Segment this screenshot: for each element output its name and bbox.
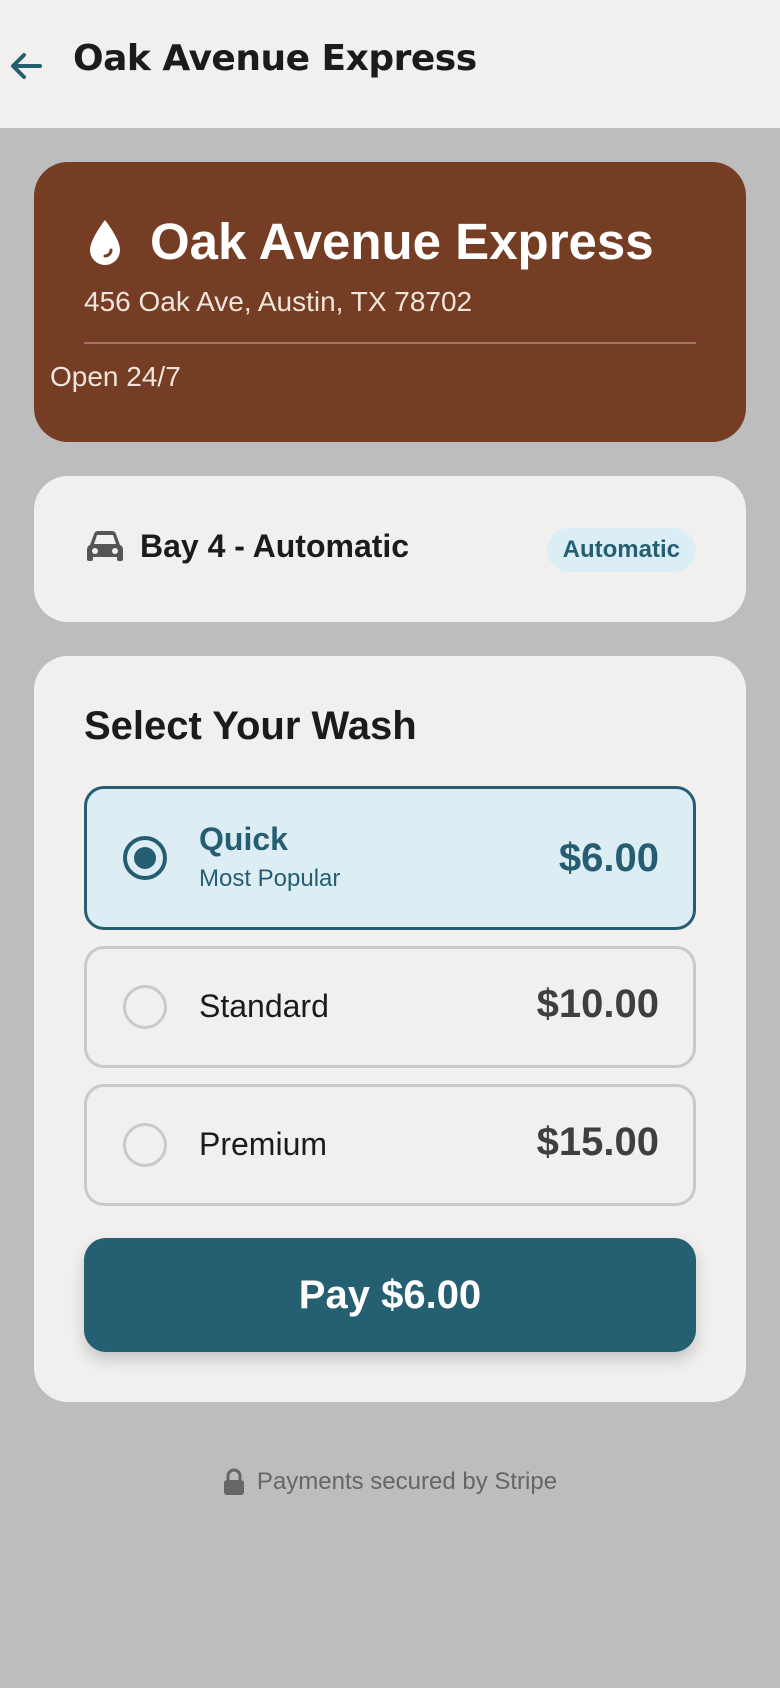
water-drop-icon <box>90 219 120 265</box>
wash-option-standard[interactable]: Standard $10.00 <box>84 946 696 1068</box>
location-divider <box>84 342 696 344</box>
car-icon <box>87 531 123 561</box>
wash-selection-card: Select Your Wash Quick Most Popular $6.0… <box>34 656 746 1402</box>
location-name: Oak Avenue Express <box>150 213 654 270</box>
location-address: 456 Oak Ave, Austin, TX 78702 <box>84 286 473 317</box>
radio-button[interactable] <box>123 1123 167 1167</box>
top-app-bar: Oak Avenue Express <box>0 0 780 128</box>
back-button[interactable] <box>2 42 50 90</box>
wash-option-label: Standard <box>199 988 329 1024</box>
location-hours: Open 24/7 <box>50 361 181 392</box>
wash-option-label: Premium <box>199 1126 328 1162</box>
wash-option-premium[interactable]: Premium $15.00 <box>84 1084 696 1206</box>
arrow-left-icon <box>11 53 42 79</box>
page-title: Oak Avenue Express <box>73 38 477 79</box>
radio-dot <box>134 847 156 869</box>
bay-name: Bay 4 - Automatic <box>140 528 410 564</box>
radio-button-selected[interactable] <box>123 836 167 880</box>
wash-option-label: Quick <box>199 821 288 857</box>
pay-button[interactable]: Pay $6.00 <box>84 1238 696 1352</box>
wash-option-price: $10.00 <box>536 982 659 1026</box>
bay-card: Bay 4 - Automatic Automatic <box>34 476 746 622</box>
wash-option-price: $6.00 <box>558 836 659 880</box>
payment-security-footer: Payments secured by Stripe <box>0 1468 780 1496</box>
wash-option-price: $15.00 <box>536 1120 659 1164</box>
location-name-row: Oak Avenue Express <box>84 212 654 271</box>
lock-icon <box>223 1468 244 1495</box>
bay-type-badge: Automatic <box>546 528 696 572</box>
location-card: Oak Avenue Express 456 Oak Ave, Austin, … <box>34 162 746 442</box>
radio-button[interactable] <box>123 985 167 1029</box>
wash-option-subtitle: Most Popular <box>199 865 341 892</box>
wash-option-quick[interactable]: Quick Most Popular $6.00 <box>84 786 696 930</box>
wash-selection-title: Select Your Wash <box>84 704 417 748</box>
footer-text: Payments secured by Stripe <box>256 1468 558 1495</box>
